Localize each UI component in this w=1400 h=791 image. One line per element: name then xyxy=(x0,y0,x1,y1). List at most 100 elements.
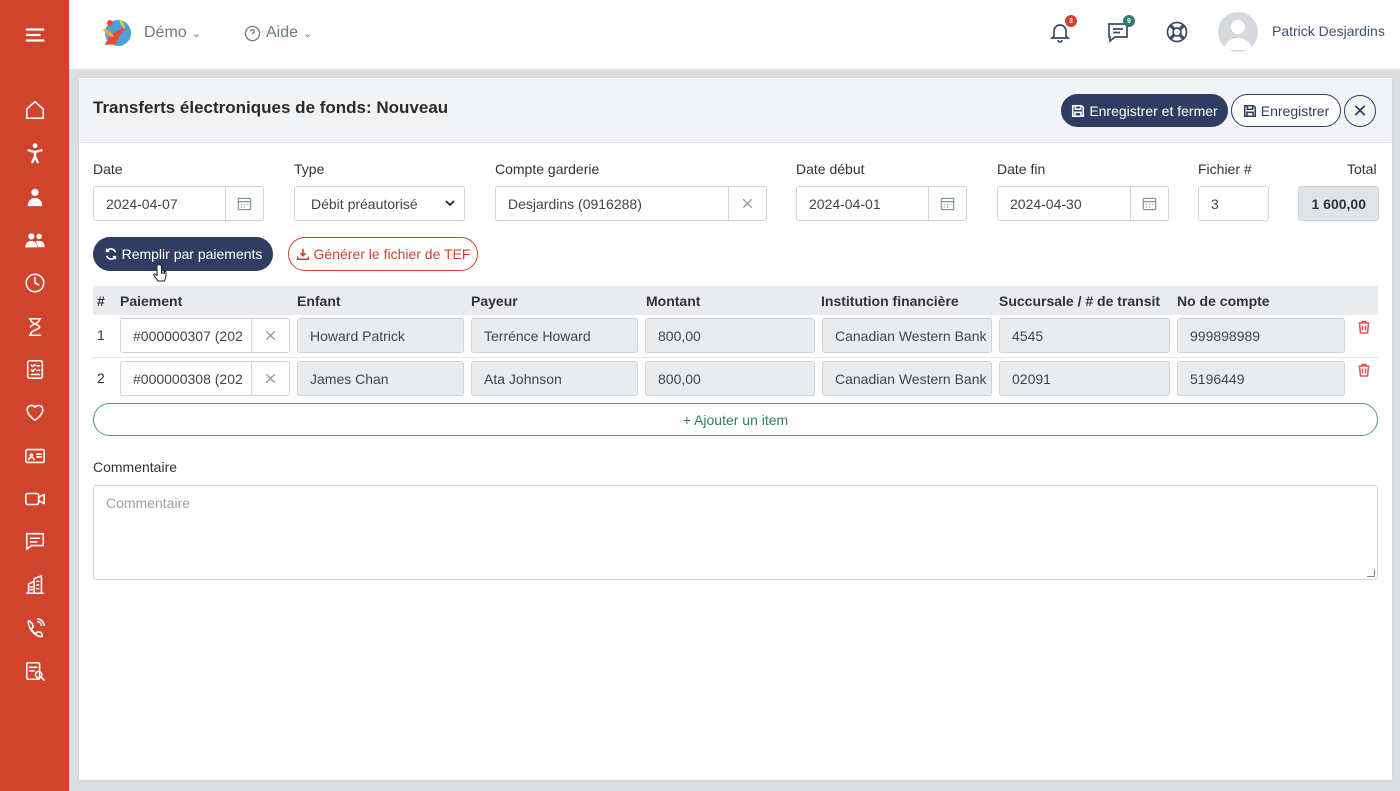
hourglass-icon[interactable] xyxy=(0,312,69,342)
card-header: Transferts électroniques de fonds: Nouve… xyxy=(79,78,1392,143)
checklist-icon[interactable] xyxy=(0,354,69,384)
report-icon[interactable] xyxy=(0,656,69,686)
row-number: 1 xyxy=(97,327,105,343)
sidebar xyxy=(0,0,69,791)
institution-value: Canadian Western Bank xyxy=(835,327,987,344)
resize-handle[interactable] xyxy=(1367,569,1375,577)
payment-field[interactable]: #000000308 (202 xyxy=(120,361,290,396)
account-field[interactable]: Desjardins (0916288) xyxy=(495,186,767,221)
amount-field: 800,00 xyxy=(645,361,815,396)
calendar-icon[interactable] xyxy=(1130,187,1168,220)
date-value: 2024-04-07 xyxy=(106,195,178,212)
fill-by-payments-button[interactable]: Remplir par paiements xyxy=(93,237,273,271)
fill-by-payments-label: Remplir par paiements xyxy=(121,246,263,262)
chat-icon[interactable] xyxy=(0,526,69,556)
app-logo[interactable] xyxy=(97,15,137,53)
comment-textarea[interactable]: Commentaire xyxy=(93,485,1378,580)
row-divider xyxy=(93,357,1378,358)
heart-icon[interactable] xyxy=(0,397,69,427)
video-icon[interactable] xyxy=(0,484,69,514)
file-number-value: 3 xyxy=(1211,195,1219,212)
start-date-label: Date début xyxy=(796,161,865,177)
amount-value: 800,00 xyxy=(658,327,701,344)
end-date-label: Date fin xyxy=(997,161,1046,177)
date-label: Date xyxy=(93,161,123,177)
child-field: Howard Patrick xyxy=(297,318,464,353)
floppy-disk-icon xyxy=(1243,104,1256,117)
payment-value: #000000307 (202 xyxy=(133,327,243,344)
child-field: James Chan xyxy=(297,361,464,396)
amount-value: 800,00 xyxy=(658,370,701,387)
type-label: Type xyxy=(294,161,325,177)
transit-field: 4545 xyxy=(999,318,1170,353)
user-name[interactable]: Patrick Desjardins xyxy=(1272,23,1385,39)
help-menu-label: Aide xyxy=(266,24,299,41)
account-number-field: 999898989 xyxy=(1177,318,1345,353)
save-close-button[interactable]: Enregistrer et fermer xyxy=(1061,94,1228,127)
date-field[interactable]: 2024-04-07 xyxy=(93,186,264,221)
total-label: Total xyxy=(1347,161,1377,177)
lifebuoy-icon xyxy=(1166,21,1188,43)
end-date-value: 2024-04-30 xyxy=(1010,195,1082,212)
close-button[interactable]: ✕ xyxy=(1344,95,1376,127)
clear-account-icon[interactable] xyxy=(728,187,766,220)
trash-icon[interactable] xyxy=(1357,363,1371,377)
notification-badge: 3 xyxy=(1065,15,1077,27)
group-icon[interactable] xyxy=(0,225,69,255)
educator-icon[interactable] xyxy=(0,182,69,212)
file-number-label: Fichier # xyxy=(1198,161,1252,177)
comment-label: Commentaire xyxy=(93,459,178,475)
amount-field: 800,00 xyxy=(645,318,815,353)
payment-field[interactable]: #000000307 (202 xyxy=(120,318,290,353)
clear-payment-icon[interactable] xyxy=(251,362,289,395)
support-button[interactable] xyxy=(1165,20,1191,48)
save-button[interactable]: Enregistrer xyxy=(1231,94,1341,127)
comment-placeholder: Commentaire xyxy=(106,495,191,511)
notifications-button[interactable]: 3 xyxy=(1048,15,1077,48)
download-icon xyxy=(296,248,309,261)
col-number: # xyxy=(97,293,105,309)
calendar-icon[interactable] xyxy=(928,187,966,220)
total-value: 1 600,00 xyxy=(1298,186,1379,221)
payment-value: #000000308 (202 xyxy=(133,370,243,387)
clear-payment-icon[interactable] xyxy=(251,319,289,352)
institution-field: Canadian Western Bank xyxy=(822,318,992,353)
col-transit: Succursale / # de transit xyxy=(999,293,1161,309)
payer-value: Ata Johnson xyxy=(484,370,562,387)
type-select[interactable]: Débit préautorisé xyxy=(294,186,465,221)
payer-value: Terrénce Howard xyxy=(484,327,591,344)
mouse-cursor-icon xyxy=(153,264,167,282)
id-card-icon[interactable] xyxy=(0,441,69,471)
institution-value: Canadian Western Bank xyxy=(835,370,987,387)
hamburger-icon[interactable] xyxy=(0,20,69,50)
calendar-icon[interactable] xyxy=(225,187,263,220)
chevron-down-icon: ⌄ xyxy=(303,27,313,40)
home-icon[interactable] xyxy=(0,95,69,125)
help-menu[interactable]: Aide ⌄ xyxy=(244,24,312,42)
messages-button[interactable]: 9 xyxy=(1106,15,1135,48)
child-icon[interactable] xyxy=(0,138,69,168)
transit-value: 4545 xyxy=(1012,327,1044,344)
row-number: 2 xyxy=(97,370,105,386)
file-number-field[interactable]: 3 xyxy=(1198,186,1269,221)
add-item-button[interactable]: + Ajouter un item xyxy=(93,403,1378,436)
type-value: Débit préautorisé xyxy=(311,195,418,212)
clock-icon[interactable] xyxy=(0,268,69,298)
child-value: James Chan xyxy=(310,370,389,387)
end-date-field[interactable]: 2024-04-30 xyxy=(997,186,1169,221)
transit-value: 02091 xyxy=(1012,370,1051,387)
phone-icon[interactable] xyxy=(0,613,69,643)
generate-tef-button[interactable]: Générer le fichier de TEF xyxy=(288,237,478,271)
close-icon: ✕ xyxy=(1352,100,1368,121)
generate-tef-label: Générer le fichier de TEF xyxy=(313,246,471,262)
start-date-field[interactable]: 2024-04-01 xyxy=(796,186,967,221)
avatar[interactable] xyxy=(1218,12,1258,52)
org-menu[interactable]: Démo ⌄ xyxy=(144,24,201,42)
trash-icon[interactable] xyxy=(1357,320,1371,334)
help-circle-icon xyxy=(244,25,261,41)
page-title: Transferts électroniques de fonds: Nouve… xyxy=(93,98,449,117)
save-label: Enregistrer xyxy=(1260,102,1330,119)
account-number-value: 999898989 xyxy=(1190,327,1261,344)
building-icon[interactable] xyxy=(0,570,69,600)
account-value: Desjardins (0916288) xyxy=(508,195,642,212)
